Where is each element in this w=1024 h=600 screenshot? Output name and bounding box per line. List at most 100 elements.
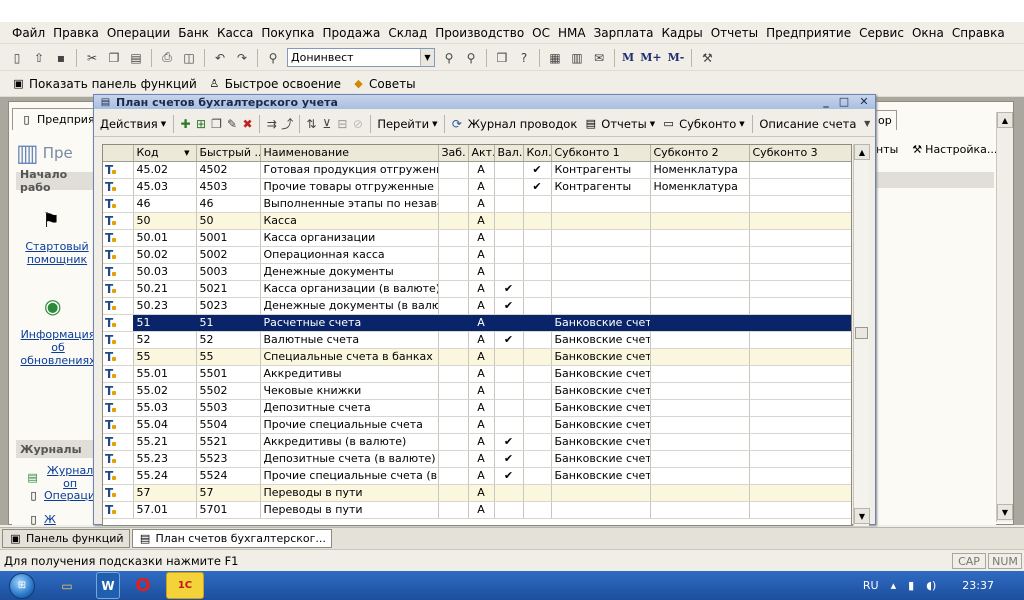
task-functions-panel[interactable]: ▣ Панель функций [2, 529, 130, 548]
cell-subconto-1[interactable] [551, 195, 651, 213]
table-row[interactable]: T4646Выполненные этапы по незавер...А [103, 195, 851, 213]
hierarchy-icon[interactable]: ⤴ [280, 114, 294, 134]
menu-hr[interactable]: Кадры [657, 26, 706, 40]
show-panel-button[interactable]: ▣ Показать панель функций [6, 76, 202, 91]
calculator-icon[interactable]: ▦ [545, 48, 565, 68]
cell-subconto-2[interactable] [650, 399, 750, 417]
cell-zab[interactable] [438, 297, 469, 315]
cell-kol[interactable]: ✔ [523, 178, 552, 196]
cell-subconto-1[interactable]: Банковские счета [551, 467, 651, 485]
cell-code[interactable]: 50.01 [133, 229, 197, 247]
cell-subconto-2[interactable] [650, 365, 750, 383]
table-row[interactable]: T 50 50 Касса А [103, 212, 851, 230]
cell-subconto-3[interactable] [749, 416, 851, 434]
windows-icon[interactable]: ❒ [492, 48, 512, 68]
cell-zab[interactable] [438, 263, 469, 281]
calendar-icon[interactable]: ▥ [567, 48, 587, 68]
cell-act[interactable]: А [468, 178, 495, 196]
table-row[interactable]: T 50.01 5001 Касса организации А [103, 229, 851, 247]
table-row[interactable]: T 55.04 5504 Прочие специальные счета А Банко… [103, 416, 851, 434]
cell-val[interactable] [494, 229, 524, 247]
cell-val[interactable] [494, 246, 524, 264]
cell-code[interactable]: 55.01 [133, 365, 197, 383]
cell-zab[interactable] [438, 195, 469, 213]
cell-zab[interactable] [438, 178, 469, 196]
tools-icon[interactable]: ⚒ [697, 48, 717, 68]
cell-zab[interactable] [438, 450, 469, 468]
cell-subconto-3[interactable] [749, 348, 851, 366]
scroll-up-icon[interactable]: ▲ [997, 112, 1013, 128]
table-row[interactable]: T 52 52 Валютные счета А ✔ Банковские счета [103, 331, 851, 349]
cell-subconto-3[interactable] [749, 297, 851, 315]
cell-zab[interactable] [438, 416, 469, 434]
cell-kol[interactable] [523, 365, 552, 383]
cell-val[interactable]: ✔ [494, 433, 524, 451]
cell-val[interactable] [494, 416, 524, 434]
cell-act[interactable]: А [468, 263, 495, 281]
menu-production[interactable]: Производство [431, 26, 528, 40]
menu-purchase[interactable]: Покупка [257, 26, 318, 40]
1c-icon[interactable]: 1С [166, 572, 204, 599]
cell-act[interactable]: А [468, 246, 495, 264]
cell-zab[interactable] [438, 314, 469, 332]
cell-subconto-2[interactable] [650, 314, 750, 332]
link-journal[interactable]: Журнал оп [42, 464, 98, 490]
cell-subconto-2[interactable] [650, 382, 750, 400]
goto-button[interactable]: Перейти ▼ [374, 117, 440, 131]
cell-name[interactable]: Денежные документы (в валюте) [260, 297, 439, 315]
cell-val[interactable] [494, 365, 524, 383]
cell-val[interactable] [494, 161, 524, 179]
cell-code[interactable]: 55.03 [133, 399, 197, 417]
cell-act[interactable]: А [468, 331, 495, 349]
cell-act[interactable]: А [468, 212, 495, 230]
cell-kol[interactable] [523, 433, 552, 451]
cell-zab[interactable] [438, 331, 469, 349]
cell-fast[interactable]: 5504 [196, 416, 261, 434]
cell-name[interactable]: Специальные счета в банках [260, 348, 439, 366]
cell-code[interactable]: 50.21 [133, 280, 197, 298]
menu-file[interactable]: Файл [8, 26, 49, 40]
table-row[interactable]: T 57.01 5701 Переводы в пути А [103, 501, 851, 519]
cell-zab[interactable] [438, 501, 469, 519]
scroll-down-icon[interactable]: ▼ [854, 508, 870, 524]
menu-salary[interactable]: Зарплата [590, 26, 658, 40]
cell-zab[interactable] [438, 212, 469, 230]
find-icon[interactable]: ⚲ [263, 48, 283, 68]
cell-subconto-2[interactable] [650, 280, 750, 298]
cell-code[interactable]: 50 [133, 212, 197, 230]
scroll-thumb[interactable] [855, 327, 868, 339]
tray-arrow-icon[interactable]: ▴ [891, 579, 897, 592]
cell-name[interactable]: Готовая продукция отгруженная [260, 161, 439, 179]
back-window-scrollbar[interactable]: ▲ ▼ [996, 112, 1013, 522]
settings-link[interactable]: Настройка... [925, 143, 997, 156]
cell-zab[interactable] [438, 280, 469, 298]
cell-kol[interactable] [523, 467, 552, 485]
cell-subconto-3[interactable] [749, 484, 851, 502]
cell-fast[interactable]: 5502 [196, 382, 261, 400]
table-row[interactable]: T 50.03 5003 Денежные документы А [103, 263, 851, 281]
cell-fast[interactable]: 5501 [196, 365, 261, 383]
cell-subconto-2[interactable] [650, 297, 750, 315]
cell-subconto-3[interactable] [749, 263, 851, 281]
cell-subconto-1[interactable]: Банковские счета [551, 382, 651, 400]
cell-fast[interactable]: 51 [196, 314, 261, 332]
cell-kol[interactable] [523, 450, 552, 468]
minimize-icon[interactable]: _ [818, 95, 834, 108]
cell-subconto-1[interactable] [551, 263, 651, 281]
menu-windows[interactable]: Окна [908, 26, 948, 40]
scroll-down-icon[interactable]: ▼ [997, 504, 1013, 520]
account-description-button[interactable]: Описание счета [756, 117, 859, 131]
cell-name[interactable]: Переводы в пути [260, 484, 439, 502]
cell-act[interactable]: А [468, 416, 495, 434]
cell-name[interactable]: Чековые книжки [260, 382, 439, 400]
cell-name[interactable]: Расчетные счета [260, 314, 439, 332]
table-row[interactable]: T 57 57 Переводы в пути А [103, 484, 851, 502]
cell-code[interactable]: 57.01 [133, 501, 197, 519]
link-start-assistant[interactable]: Стартовый помощник [22, 240, 92, 266]
cell-val[interactable] [494, 314, 524, 332]
cell-act[interactable]: А [468, 348, 495, 366]
cell-name[interactable]: Аккредитивы (в валюте) [260, 433, 439, 451]
cell-subconto-2[interactable] [650, 348, 750, 366]
cell-name[interactable]: Прочие специальные счета (в ва... [260, 467, 439, 485]
table-row[interactable]: T 55.03 5503 Депозитные счета А Банковские сч… [103, 399, 851, 417]
